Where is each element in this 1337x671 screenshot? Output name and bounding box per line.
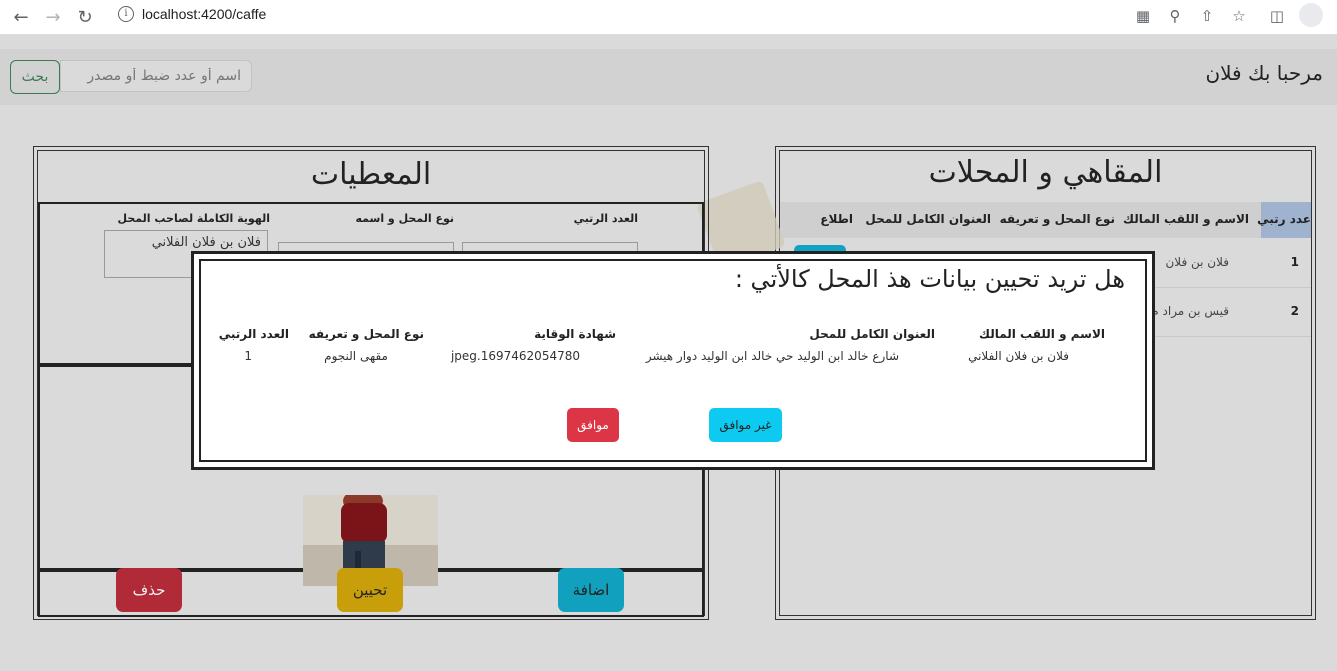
type-name-label: نوع المحل و اسمه	[355, 212, 454, 225]
search-input[interactable]	[60, 60, 252, 92]
col-serial: عدد رتبي	[1257, 202, 1311, 238]
profile-avatar-icon[interactable]	[1299, 3, 1323, 27]
site-info-icon[interactable]: i	[118, 6, 134, 22]
address-bar[interactable]: i localhost:4200/caffe	[108, 2, 1126, 28]
zoom-icon[interactable]: ⚲	[1164, 5, 1186, 27]
add-button[interactable]: اضافة	[558, 568, 624, 612]
browser-toolbar: ← → ↻ i localhost:4200/caffe ▦ ⚲ ⇧ ☆ ◫	[0, 0, 1337, 35]
data-panel-title: المعطيات	[310, 157, 432, 192]
owner-id-label: الهوية الكاملة لصاحب المحل	[117, 212, 270, 225]
forward-icon[interactable]: →	[40, 4, 66, 30]
reload-icon[interactable]: ↻	[72, 4, 98, 30]
row-owner: قيس بن مراد م	[1151, 304, 1229, 318]
cafes-table-header: عدد رتبي الاسم و اللقب المالك نوع المحل …	[780, 202, 1311, 238]
greeting-text: مرحبا بك فلان	[1205, 61, 1323, 85]
modal-header-certificate: شهادة الوقاية	[534, 327, 616, 341]
modal-value-certificate: jpeg.1697462054780	[450, 349, 580, 363]
modal-value-address: شارع خالد ابن الوليد حي خالد ابن الوليد …	[645, 349, 899, 363]
delete-button[interactable]: حذف	[116, 568, 182, 612]
back-icon[interactable]: ←	[8, 4, 34, 30]
modal-cancel-button[interactable]: غير موافق	[709, 408, 782, 442]
modal-value-serial: 1	[244, 349, 252, 363]
confirm-update-modal: هل تريد تحيين بيانات هذ المحل كالأتي : ا…	[191, 251, 1155, 470]
cafes-panel-title: المقاهي و المحلات	[928, 155, 1163, 190]
modal-title: هل تريد تحيين بيانات هذ المحل كالأتي :	[734, 265, 1125, 293]
bookmark-star-icon[interactable]: ☆	[1228, 5, 1250, 27]
modal-value-type: مقهى النجوم	[324, 349, 388, 363]
serial-label: العدد الرتبي	[573, 212, 638, 225]
side-panel-icon[interactable]: ◫	[1266, 5, 1288, 27]
col-type: نوع المحل و تعريفه	[999, 212, 1115, 226]
col-owner: الاسم و اللقب المالك	[1123, 212, 1249, 226]
modal-header-type: نوع المحل و تعريفه	[308, 327, 424, 341]
row-owner: فلان بن فلان	[1165, 255, 1229, 269]
update-button[interactable]: تحيين	[337, 568, 403, 612]
modal-header-serial: العدد الرتبي	[218, 327, 289, 341]
share-icon[interactable]: ⇧	[1196, 5, 1218, 27]
row-serial: 2	[1290, 304, 1299, 318]
app-header: مرحبا بك فلان بحث	[0, 49, 1337, 105]
row-serial: 1	[1290, 255, 1299, 269]
modal-header-address: العنوان الكامل للمحل	[809, 327, 935, 341]
modal-value-owner: فلان بن فلان الفلاني	[968, 349, 1069, 363]
col-address: العنوان الكامل للمحل	[865, 212, 991, 226]
modal-confirm-button[interactable]: موافق	[567, 408, 619, 442]
search-button[interactable]: بحث	[10, 60, 60, 94]
url-text: localhost:4200/caffe	[142, 6, 267, 22]
modal-header-owner: الاسم و اللقب المالك	[979, 327, 1105, 341]
translate-icon[interactable]: ▦	[1132, 5, 1154, 27]
col-view: اطلاع	[820, 212, 853, 226]
